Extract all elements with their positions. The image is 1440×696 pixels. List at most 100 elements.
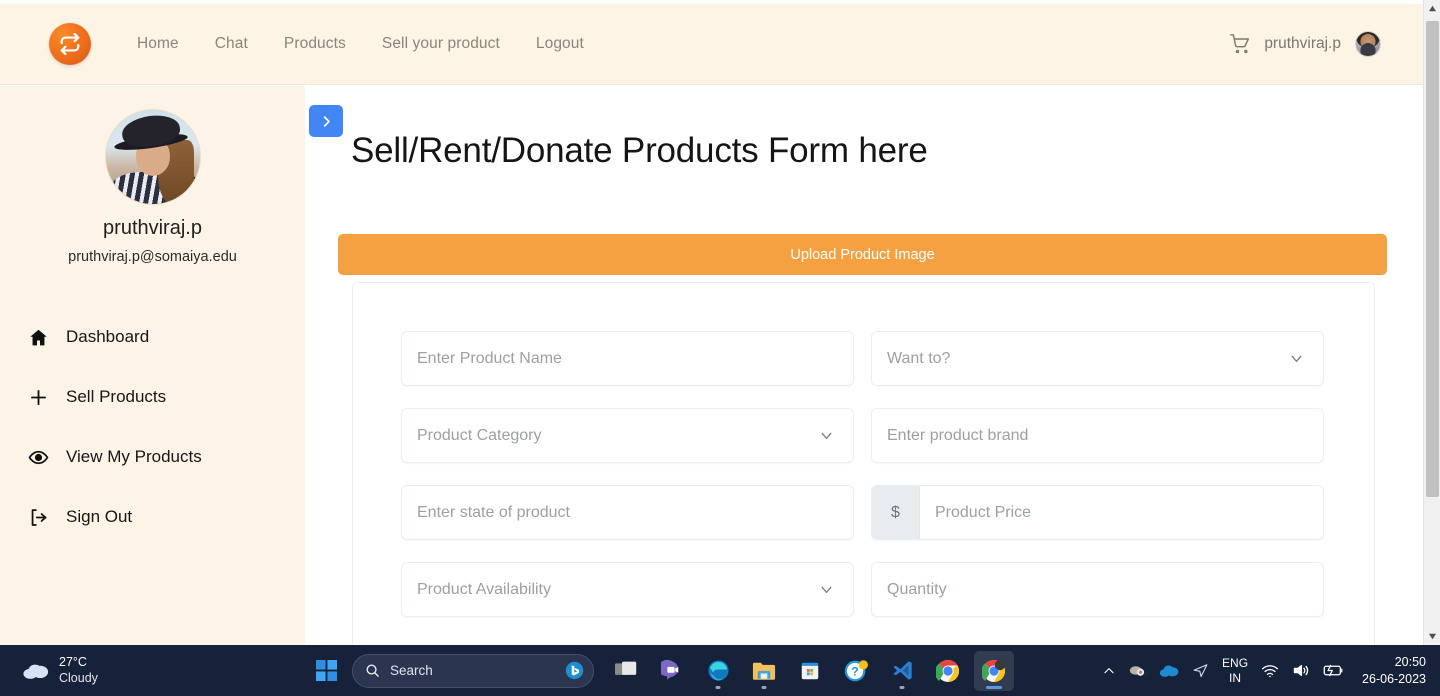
upload-product-image-button[interactable]: Upload Product Image: [338, 234, 1387, 275]
weather-widget[interactable]: 27°C Cloudy: [22, 655, 98, 686]
file-explorer-button[interactable]: [744, 651, 784, 691]
google-chrome-active-button[interactable]: [974, 650, 1014, 691]
sidebar-item-sell-products[interactable]: Sell Products: [0, 367, 305, 427]
vertical-scrollbar[interactable]: [1423, 0, 1440, 645]
windows-start-button[interactable]: [306, 651, 346, 691]
product-price-field[interactable]: $ Product Price: [871, 485, 1324, 540]
sidebar-profile-name: pruthviraj.p: [103, 217, 202, 239]
language-primary: ENG: [1222, 655, 1249, 670]
currency-addon: $: [872, 486, 920, 539]
user-avatar[interactable]: [1355, 31, 1381, 57]
search-input[interactable]: Search: [352, 653, 594, 688]
sidebar-item-view-my-products[interactable]: View My Products: [0, 427, 305, 487]
clock[interactable]: 20:50 26-06-2023: [1362, 654, 1426, 688]
nav-link-sell-your-product[interactable]: Sell your product: [364, 27, 518, 61]
page-title: Sell/Rent/Donate Products Form here: [351, 131, 928, 170]
teams-chat-button[interactable]: [652, 651, 692, 691]
sidebar-item-sign-out[interactable]: Sign Out: [0, 487, 305, 547]
quantity-field[interactable]: Quantity: [871, 562, 1324, 617]
sidebar-toggle-button[interactable]: [309, 105, 343, 137]
cloud-icon: [22, 661, 50, 680]
visual-studio-code-button[interactable]: [882, 651, 922, 691]
windows-start-icon: [315, 660, 337, 681]
chevron-down-icon: [1288, 350, 1305, 367]
onedrive-icon[interactable]: [1159, 663, 1179, 678]
sidebar-profile-email: pruthviraj.p@somaiya.edu: [68, 249, 237, 265]
chrome-icon: [982, 659, 1006, 683]
weather-temperature: 27°C: [59, 655, 87, 669]
sidebar-item-dashboard[interactable]: Dashboard: [0, 307, 305, 367]
screen: Home Chat Products Sell your product Log…: [0, 0, 1440, 696]
shopping-cart-icon[interactable]: [1230, 34, 1250, 54]
help-app-button[interactable]: ?: [836, 651, 876, 691]
chevron-down-icon: [818, 581, 835, 598]
scrollbar-thumb[interactable]: [1426, 21, 1439, 497]
microsoft-store-button[interactable]: [790, 651, 830, 691]
microsoft-edge-button[interactable]: [698, 651, 738, 691]
navbar-username[interactable]: pruthviraj.p: [1264, 35, 1341, 53]
sidebar-item-label: View My Products: [66, 447, 202, 466]
chrome-icon: [936, 659, 960, 683]
wifi-icon[interactable]: [1261, 663, 1279, 679]
clock-date: 26-06-2023: [1362, 671, 1426, 686]
quantity-placeholder: Quantity: [887, 580, 947, 598]
product-form-grid: Enter Product Name Want to? Product Cate…: [353, 283, 1374, 617]
svg-text:?: ?: [851, 664, 858, 678]
teams-chat-icon: [660, 659, 684, 682]
plus-icon: [28, 387, 62, 408]
product-availability-placeholder: Product Availability: [417, 580, 551, 598]
taskbar-center: Search ?: [306, 645, 1014, 696]
product-price-placeholder: Product Price: [935, 503, 1032, 521]
task-view-button[interactable]: [606, 651, 646, 691]
google-chrome-button[interactable]: [928, 651, 968, 691]
app-tray-icon[interactable]: [1129, 662, 1146, 679]
sign-out-icon: [28, 507, 62, 528]
task-view-icon: [614, 660, 638, 681]
navbar-links: Home Chat Products Sell your product Log…: [119, 27, 602, 61]
navbar-user-area: pruthviraj.p: [1230, 31, 1381, 57]
want-to-select[interactable]: Want to?: [871, 331, 1324, 386]
vscode-icon: [891, 659, 914, 682]
product-state-field[interactable]: Enter state of product: [401, 485, 854, 540]
search-icon: [365, 663, 380, 678]
edge-icon: [707, 659, 730, 682]
sidebar-item-label: Dashboard: [66, 327, 150, 346]
product-brand-field[interactable]: Enter product brand: [871, 408, 1324, 463]
product-name-placeholder: Enter Product Name: [417, 349, 562, 367]
product-name-field[interactable]: Enter Product Name: [401, 331, 854, 386]
product-brand-placeholder: Enter product brand: [887, 426, 1029, 444]
sidebar-item-label: Sign Out: [66, 507, 133, 526]
nav-link-chat[interactable]: Chat: [197, 27, 266, 61]
product-category-select[interactable]: Product Category: [401, 408, 854, 463]
location-arrow-icon[interactable]: [1192, 662, 1209, 679]
home-icon: [28, 327, 62, 348]
bing-icon[interactable]: [565, 661, 584, 680]
main-content: Sell/Rent/Donate Products Form here Uplo…: [305, 86, 1423, 645]
battery-charging-icon[interactable]: [1323, 663, 1345, 678]
product-form-card: Enter Product Name Want to? Product Cate…: [352, 282, 1375, 645]
nav-link-products[interactable]: Products: [266, 27, 364, 61]
nav-link-logout[interactable]: Logout: [518, 27, 602, 61]
product-category-placeholder: Product Category: [417, 426, 542, 444]
top-navbar: Home Chat Products Sell your product Log…: [0, 4, 1423, 85]
product-state-placeholder: Enter state of product: [417, 503, 570, 521]
clock-time: 20:50: [1394, 654, 1426, 669]
chevron-right-icon: [319, 114, 334, 129]
sidebar: pruthviraj.p pruthviraj.p@somaiya.edu Da…: [0, 86, 305, 645]
language-secondary: IN: [1229, 670, 1242, 685]
folder-icon: [752, 660, 776, 681]
speaker-icon[interactable]: [1292, 662, 1310, 679]
language-indicator[interactable]: ENG IN: [1222, 656, 1248, 686]
scroll-down-arrow[interactable]: [1424, 628, 1440, 645]
exchange-arrows-logo[interactable]: [49, 23, 91, 65]
sidebar-menu: Dashboard Sell Products View My Products…: [0, 307, 305, 547]
search-placeholder: Search: [390, 663, 433, 678]
browser-viewport: Home Chat Products Sell your product Log…: [0, 0, 1440, 645]
sidebar-item-label: Sell Products: [66, 387, 167, 406]
chevron-down-icon: [818, 427, 835, 444]
nav-link-home[interactable]: Home: [119, 27, 197, 61]
scroll-up-arrow[interactable]: [1424, 0, 1440, 17]
chevron-up-icon[interactable]: [1102, 664, 1116, 678]
product-availability-select[interactable]: Product Availability: [401, 562, 854, 617]
windows-taskbar: 27°C Cloudy Search ? ENG IN 20:50 26-06-…: [0, 645, 1440, 696]
